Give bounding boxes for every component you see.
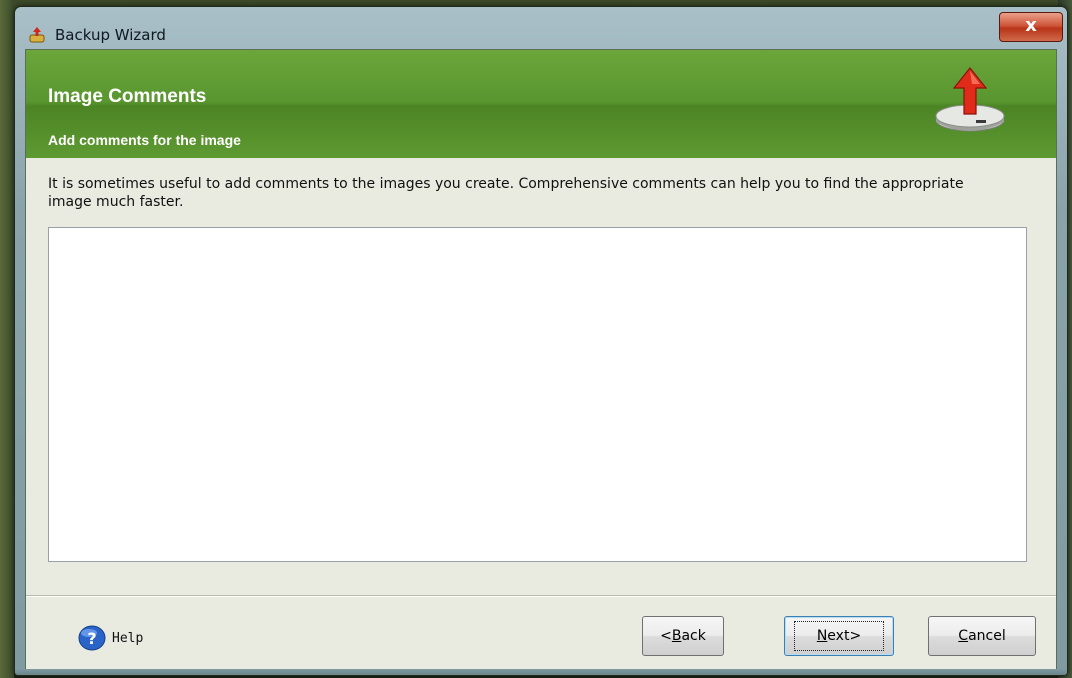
comments-textarea[interactable] (48, 227, 1027, 562)
footer-separator (26, 595, 1056, 597)
next-rest: ext> (827, 628, 862, 644)
next-focus-rect: Next> (793, 621, 885, 651)
next-button[interactable]: Next> (784, 616, 894, 656)
svg-text:?: ? (87, 629, 96, 648)
description-text: It is sometimes useful to add comments t… (48, 176, 964, 210)
header-subtitle: Add comments for the image (48, 132, 241, 148)
desktop-background-left (0, 0, 14, 678)
close-icon: x (1025, 15, 1037, 36)
upload-disk-icon (935, 67, 1005, 132)
window-title: Backup Wizard (55, 26, 166, 44)
back-mnemonic: B (671, 628, 682, 644)
window-bottom-border (15, 669, 1067, 675)
close-button[interactable]: x (999, 12, 1063, 42)
app-icon (29, 27, 45, 43)
help-label: Help (112, 630, 144, 646)
wizard-client-area: Image Comments Add comments for the imag… (25, 49, 1057, 671)
header-title: Image Comments (48, 86, 207, 107)
cancel-button[interactable]: Cancel (928, 616, 1036, 656)
help-link[interactable]: ? Help (78, 625, 143, 651)
next-mnemonic: N (816, 628, 828, 644)
cancel-mnemonic: C (958, 628, 969, 644)
wizard-header: Image Comments Add comments for the imag… (26, 50, 1056, 158)
title-bar[interactable]: Backup Wizard x (15, 7, 1067, 51)
help-question-icon: ? (78, 625, 106, 651)
back-button[interactable]: < Back (642, 616, 724, 656)
back-rest: ack (681, 628, 706, 644)
cancel-rest: ancel (968, 628, 1006, 644)
backup-wizard-window: Backup Wizard x Image Comments Add comme… (14, 6, 1068, 676)
back-prefix: < (660, 628, 672, 644)
